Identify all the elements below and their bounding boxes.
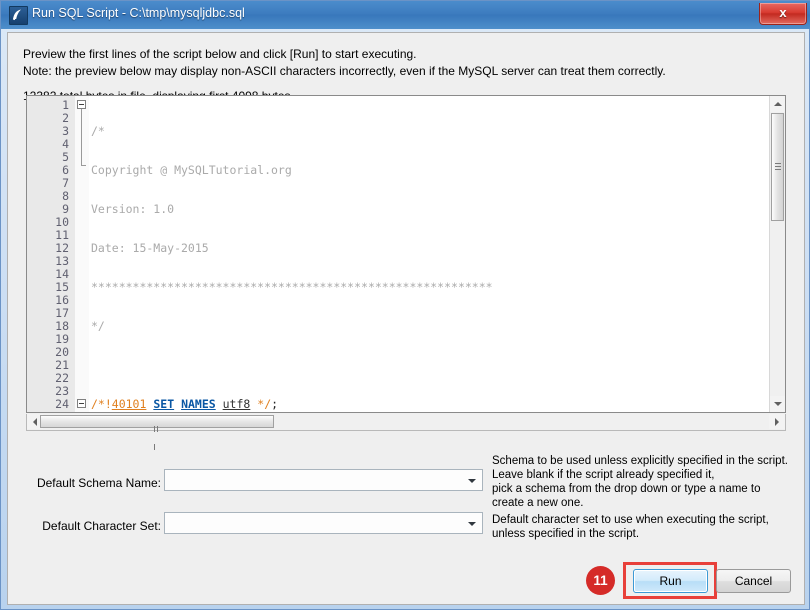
chevron-down-icon[interactable] (463, 471, 481, 489)
fold-toggle-icon[interactable] (77, 399, 86, 408)
editor-vertical-scrollbar[interactable] (769, 96, 785, 412)
preview-instruction-line: Preview the first lines of the script be… (23, 47, 417, 61)
code-line: Copyright @ MySQLTutorial.org (91, 164, 735, 177)
cancel-button[interactable]: Cancel (716, 569, 791, 593)
mysql-workbench-icon (9, 6, 28, 25)
fold-range-line (81, 109, 82, 165)
code-line (91, 359, 735, 372)
default-character-set-combo[interactable] (164, 512, 483, 534)
charset-hint-text: Default character set to use when execut… (492, 513, 769, 541)
hint-line: pick a schema from the drop down or type… (492, 482, 788, 496)
editor-horizontal-scrollbar[interactable] (26, 414, 786, 431)
title-bar: Run SQL Script - C:\tmp\mysqljdbc.sql x (1, 1, 810, 29)
horizontal-scroll-thumb[interactable] (40, 415, 274, 428)
run-button[interactable]: Run (633, 569, 708, 593)
non-ascii-note-line: Note: the preview below may display non-… (23, 64, 666, 78)
sql-preview-editor[interactable]: 1 2 3 4 5 6 7 8 9 10 11 12 13 14 15 16 1… (26, 95, 786, 413)
window-title: Run SQL Script - C:\tmp\mysqljdbc.sql (32, 6, 245, 20)
step-badge: 11 (586, 566, 615, 595)
hint-line: Schema to be used unless explicitly spec… (492, 454, 788, 468)
scroll-right-icon[interactable] (769, 414, 785, 429)
code-folding-column[interactable] (75, 96, 89, 412)
line-number-gutter: 1 2 3 4 5 6 7 8 9 10 11 12 13 14 15 16 1… (27, 96, 76, 412)
fold-range-end-tick (81, 165, 86, 166)
default-schema-name-label: Default Schema Name: (11, 476, 161, 490)
code-line: Version: 1.0 (91, 203, 735, 216)
code-line: /* (91, 125, 735, 138)
hint-line: Leave blank if the script already specif… (492, 468, 788, 482)
sql-code-text: /* Copyright @ MySQLTutorial.org Version… (91, 99, 735, 413)
hint-line: unless specified in the script. (492, 527, 769, 541)
vertical-scroll-thumb[interactable] (771, 113, 784, 221)
run-sql-script-dialog: Run SQL Script - C:\tmp\mysqljdbc.sql x … (0, 0, 810, 610)
close-icon[interactable]: x (759, 3, 807, 25)
scroll-down-icon[interactable] (770, 396, 785, 412)
default-character-set-label: Default Character Set: (11, 519, 161, 533)
code-line: ****************************************… (91, 281, 735, 294)
code-line: */ (91, 320, 735, 333)
line-number: 24 (55, 398, 69, 411)
chevron-down-icon[interactable] (463, 514, 481, 532)
hint-line: create a new one. (492, 496, 788, 510)
code-line: Date: 15-May-2015 (91, 242, 735, 255)
hint-line: Default character set to use when execut… (492, 513, 769, 527)
scroll-up-icon[interactable] (770, 96, 785, 112)
scroll-grip-icon (775, 163, 781, 170)
scroll-grip-icon (154, 419, 161, 425)
schema-hint-text: Schema to be used unless explicitly spec… (492, 454, 788, 510)
code-line: /*!40101 SET NAMES utf8 */; (91, 398, 735, 411)
default-schema-name-combo[interactable] (164, 469, 483, 491)
fold-toggle-icon[interactable] (77, 100, 86, 109)
